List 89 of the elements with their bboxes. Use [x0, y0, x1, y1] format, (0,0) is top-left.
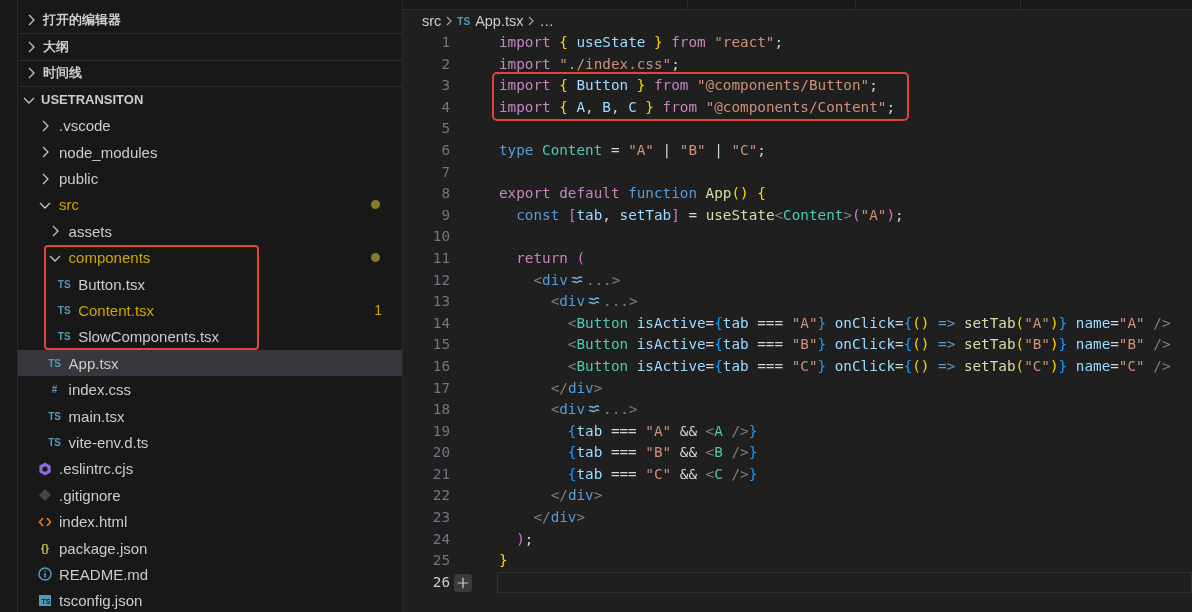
file-type-icon: TS	[56, 302, 73, 319]
add-icon[interactable]	[454, 573, 472, 592]
code-line: {tab === "C" && <C />}	[566, 464, 758, 484]
code-line: </div>	[549, 378, 603, 398]
code-line: }	[499, 551, 508, 571]
code-line: </div>	[549, 486, 603, 506]
line-number: 11	[432, 248, 450, 268]
line-number: 12	[432, 270, 450, 290]
line-number: 22	[432, 486, 450, 506]
section-header[interactable]: 打开的编辑器	[18, 7, 402, 34]
code-line: const [tab, setTab] = useState<Content>("A");	[515, 205, 904, 225]
section-header[interactable]: 时间线	[18, 59, 402, 87]
line-number: 5	[441, 119, 450, 139]
tree-item[interactable]: .eslintrc.cjs	[18, 455, 402, 483]
tree-item[interactable]: .vscode	[18, 112, 402, 139]
file-type-icon: {}	[37, 540, 53, 556]
line-number: 10	[432, 227, 450, 247]
code-line: <Button isActive={tab === "A"} onClick={() => setTab("A")} name="A" />	[566, 313, 1171, 333]
tree-item[interactable]: components	[18, 244, 402, 271]
line-number: 26	[432, 572, 450, 592]
file-type-icon: TS	[46, 408, 63, 425]
line-number: 4	[441, 97, 450, 117]
file-type-icon: TS	[56, 328, 73, 345]
line-number: 2	[441, 54, 450, 74]
code-line: import { Button } from "@components/Button";	[499, 76, 878, 96]
line-number: 13	[432, 292, 450, 312]
project-header[interactable]: USETRANSITON	[18, 86, 402, 113]
tree-item[interactable]: src	[18, 191, 402, 219]
code-line: import { useState } from "react";	[499, 33, 784, 52]
code-line: );	[515, 529, 534, 549]
line-number: 18	[432, 400, 450, 420]
line-number: 24	[432, 529, 450, 549]
file-type-icon: TS	[457, 15, 471, 27]
line-number: 23	[432, 508, 450, 528]
code-line: import "./index.css";	[499, 54, 680, 74]
tree-item[interactable]: .gitignore	[18, 482, 402, 509]
line-number: 25	[432, 551, 450, 571]
line-number: 20	[432, 443, 450, 463]
code-line: <Button isActive={tab === "B"} onClick={() => setTab("B")} name="B" />	[566, 335, 1171, 355]
line-number: 14	[432, 313, 450, 333]
tree-item[interactable]: TS Content.tsx 1	[18, 297, 402, 324]
code-line: {tab === "B" && <B />}	[566, 443, 758, 463]
tree-item[interactable]: TS main.tsx	[18, 402, 402, 430]
line-number: 7	[441, 162, 450, 182]
section-header[interactable]: 大纲	[18, 33, 402, 60]
file-type-icon: TS	[46, 355, 63, 372]
tree-item[interactable]: TS vite-env.d.ts	[18, 429, 402, 456]
breadcrumb-item[interactable]: …	[539, 13, 554, 29]
tree-item[interactable]: # index.css	[18, 376, 402, 403]
line-number: 16	[432, 356, 450, 376]
modified-dot	[371, 253, 380, 263]
tree-item[interactable]: node_modules	[18, 138, 402, 166]
code-line: import { A, B, C } from "@components/Content";	[499, 97, 895, 117]
tree-item[interactable]: TS App.tsx	[18, 350, 402, 377]
file-type-icon: #	[46, 381, 63, 398]
tree-item[interactable]: TS SlowComponents.tsx	[18, 323, 402, 351]
code-line: export default function App() {	[499, 184, 766, 204]
line-number: 1	[441, 33, 450, 52]
code-line: <Button isActive={tab === "C"} onClick={() => setTab("C")} name="C" />	[566, 356, 1171, 376]
hexagon-icon	[37, 460, 53, 477]
line-number: 6	[441, 140, 450, 160]
line-number: 15	[432, 335, 450, 355]
file-type-icon: TS	[46, 434, 63, 451]
line-number: 9	[441, 205, 450, 225]
code-line: type Content = "A" | "B" | "C";	[499, 140, 766, 161]
line-number: 8	[441, 184, 450, 204]
code-line: <div ...>	[549, 292, 638, 312]
file-type-icon: TS	[56, 276, 73, 293]
problem-count: 1	[374, 302, 382, 319]
code-line: {tab === "A" && <A />}	[566, 421, 758, 441]
tree-item[interactable]: index.html	[18, 508, 402, 535]
line-number: 21	[432, 464, 450, 484]
info-icon	[37, 566, 53, 583]
modified-dot	[371, 200, 380, 210]
breadcrumb-item[interactable]: App.tsx	[475, 13, 524, 29]
diamond-icon	[37, 487, 53, 504]
line-number: 17	[432, 378, 450, 398]
code-line: <div ...>	[532, 270, 621, 290]
tree-item[interactable]: README.md	[18, 561, 402, 588]
line-number: 3	[441, 76, 450, 96]
tree-item[interactable]: public	[18, 165, 402, 192]
code-line: return (	[515, 248, 586, 268]
code-line: <div ...>	[549, 400, 638, 420]
tree-item[interactable]: assets	[18, 218, 402, 245]
tree-item[interactable]: {} package.json	[18, 534, 402, 562]
code-line: </div>	[532, 508, 586, 528]
tree-item[interactable]: TS Button.tsx	[18, 270, 402, 298]
line-number: 19	[432, 421, 450, 441]
breadcrumb-item[interactable]: src	[422, 13, 442, 29]
